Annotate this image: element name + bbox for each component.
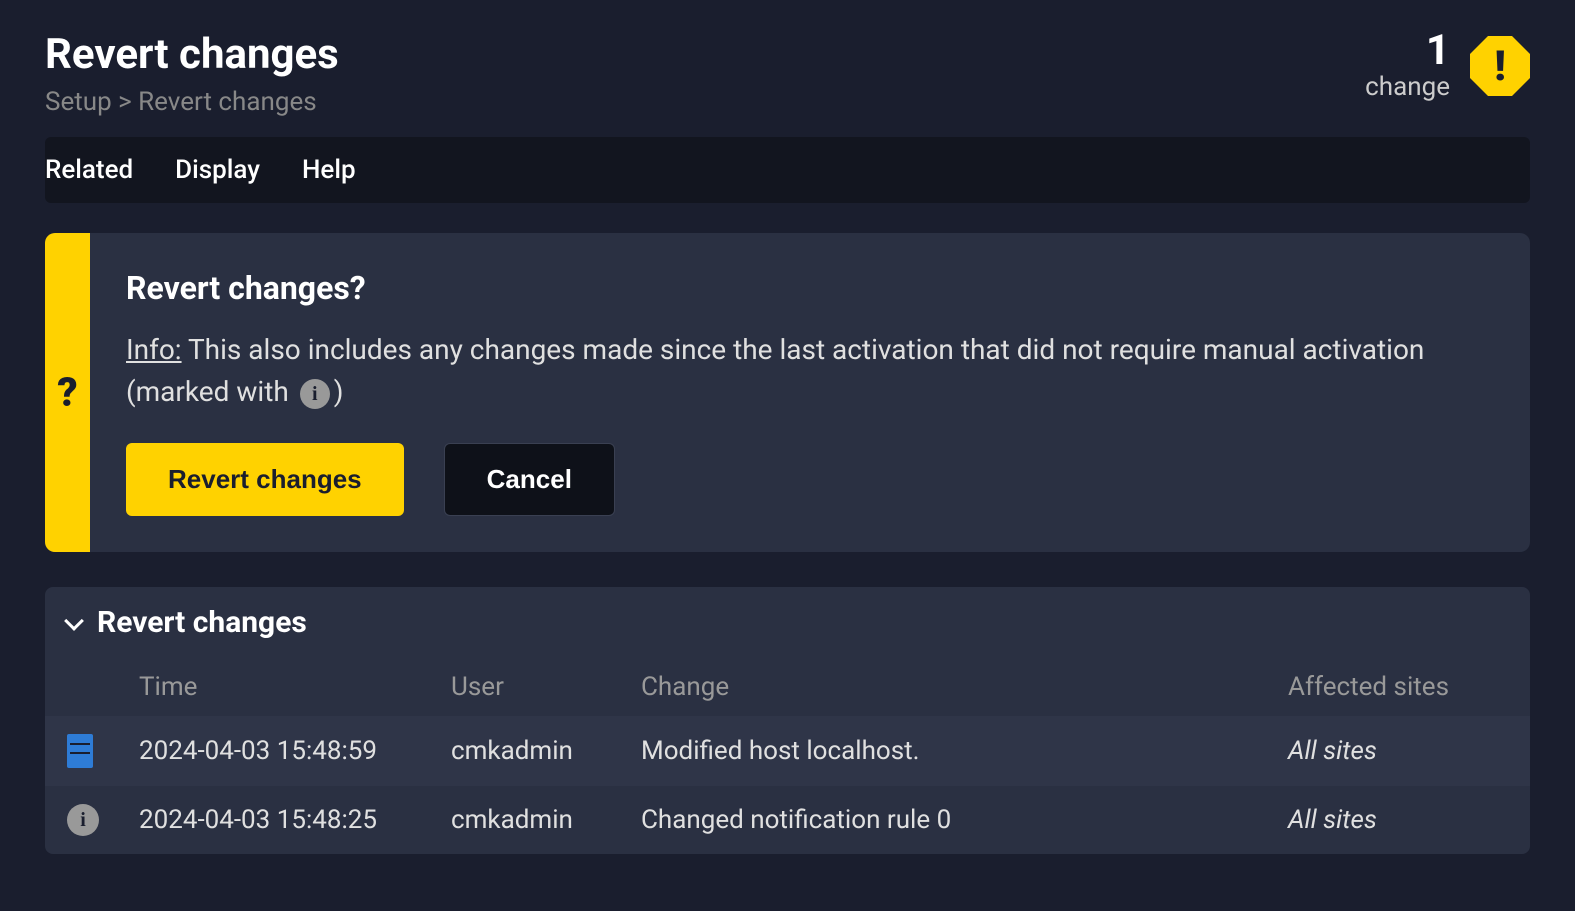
row-time: 2024-04-03 15:48:25 <box>139 805 451 835</box>
cancel-button[interactable]: Cancel <box>444 443 615 516</box>
row-sites: All sites <box>1288 805 1508 835</box>
dialog-title: Revert changes? <box>126 269 1494 307</box>
change-count-value: 1 <box>1365 30 1450 72</box>
confirm-dialog: ? Revert changes? Info: This also includ… <box>45 233 1530 552</box>
change-counter[interactable]: 1 change <box>1365 30 1450 102</box>
dialog-info-text-2: ) <box>334 375 344 408</box>
chevron-down-icon[interactable] <box>67 613 81 632</box>
table-row[interactable]: i 2024-04-03 15:48:25 cmkadmin Changed n… <box>45 786 1530 854</box>
menu-help[interactable]: Help <box>302 155 356 185</box>
section-title: Revert changes <box>97 605 307 640</box>
dialog-buttons: Revert changes Cancel <box>126 443 1494 516</box>
section-header[interactable]: Revert changes <box>45 587 1530 658</box>
revert-changes-button[interactable]: Revert changes <box>126 443 404 516</box>
row-change: Changed notification rule 0 <box>641 805 1288 835</box>
exclamation-icon: ! <box>1494 42 1506 91</box>
table-row[interactable]: 2024-04-03 15:48:59 cmkadmin Modified ho… <box>45 716 1530 786</box>
row-icon-cell: i <box>67 804 139 836</box>
server-icon <box>67 734 93 768</box>
row-time: 2024-04-03 15:48:59 <box>139 736 451 766</box>
col-header-user[interactable]: User <box>451 672 641 702</box>
breadcrumb[interactable]: Setup > Revert changes <box>45 87 1365 117</box>
row-user: cmkadmin <box>451 736 641 766</box>
menu-related[interactable]: Related <box>45 155 133 185</box>
dialog-sidebar: ? <box>45 233 90 552</box>
change-count-label: change <box>1365 72 1450 102</box>
menu-display[interactable]: Display <box>175 155 260 185</box>
page-title: Revert changes <box>45 30 1365 79</box>
changes-section: Revert changes Time User Change Affected… <box>45 587 1530 854</box>
col-header-change[interactable]: Change <box>641 672 1288 702</box>
col-header-time[interactable]: Time <box>139 672 451 702</box>
row-user: cmkadmin <box>451 805 641 835</box>
col-header-sites[interactable]: Affected sites <box>1288 672 1508 702</box>
header-right: 1 change ! <box>1365 30 1530 102</box>
dialog-content: Revert changes? Info: This also includes… <box>90 233 1530 552</box>
warning-badge-icon[interactable]: ! <box>1470 36 1530 96</box>
page-header: Revert changes Setup > Revert changes 1 … <box>45 30 1530 117</box>
question-icon: ? <box>57 369 77 416</box>
row-change: Modified host localhost. <box>641 736 1288 766</box>
dialog-info-label: Info: <box>126 333 182 366</box>
info-icon: i <box>300 379 330 409</box>
row-icon-cell <box>67 734 139 768</box>
dialog-info: Info: This also includes any changes mad… <box>126 329 1494 413</box>
col-header-icon <box>67 672 139 702</box>
table-header: Time User Change Affected sites <box>45 658 1530 716</box>
row-sites: All sites <box>1288 736 1508 766</box>
menu-bar: Related Display Help <box>45 137 1530 203</box>
header-left: Revert changes Setup > Revert changes <box>45 30 1365 117</box>
info-icon: i <box>67 804 99 836</box>
